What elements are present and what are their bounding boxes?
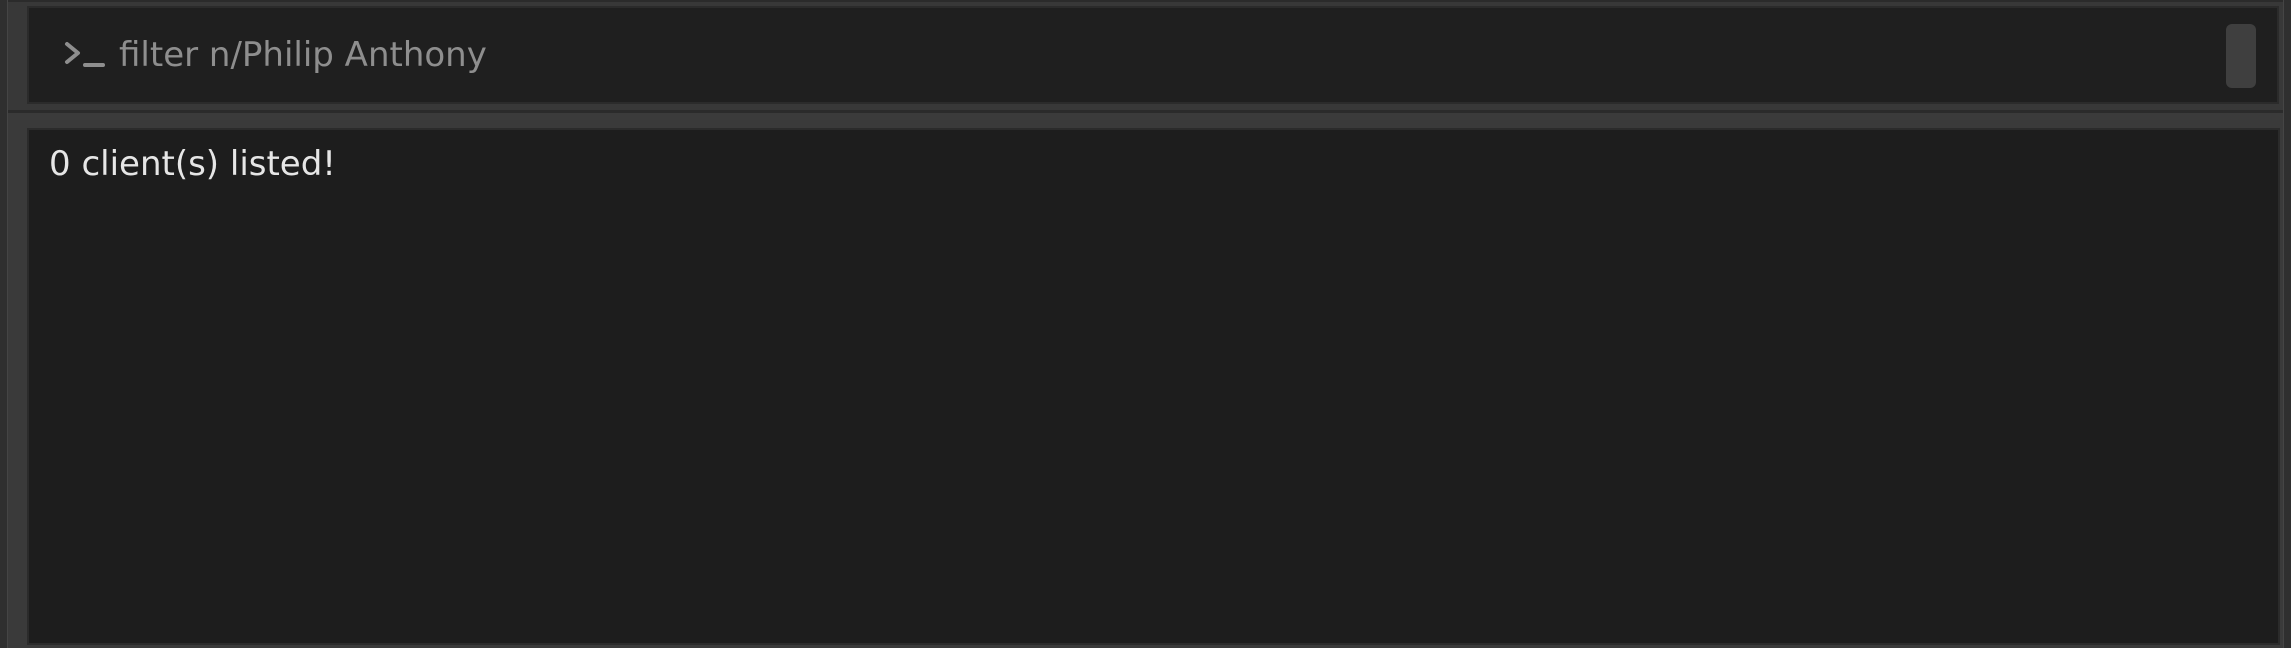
- vertical-scrollbar[interactable]: [2226, 24, 2256, 88]
- command-panel: filter n/Philip Anthony: [8, 0, 2288, 113]
- result-message: 0 client(s) listed!: [49, 144, 336, 184]
- left-border: [0, 0, 8, 648]
- command-text[interactable]: filter n/Philip Anthony: [119, 35, 487, 75]
- terminal-prompt-icon: [45, 35, 125, 75]
- result-panel: 0 client(s) listed!: [8, 120, 2288, 648]
- result-display: 0 client(s) listed!: [27, 128, 2280, 645]
- app-window: filter n/Philip Anthony 0 client(s) list…: [0, 0, 2291, 648]
- command-input[interactable]: filter n/Philip Anthony: [27, 6, 2279, 104]
- right-border: [2283, 0, 2291, 648]
